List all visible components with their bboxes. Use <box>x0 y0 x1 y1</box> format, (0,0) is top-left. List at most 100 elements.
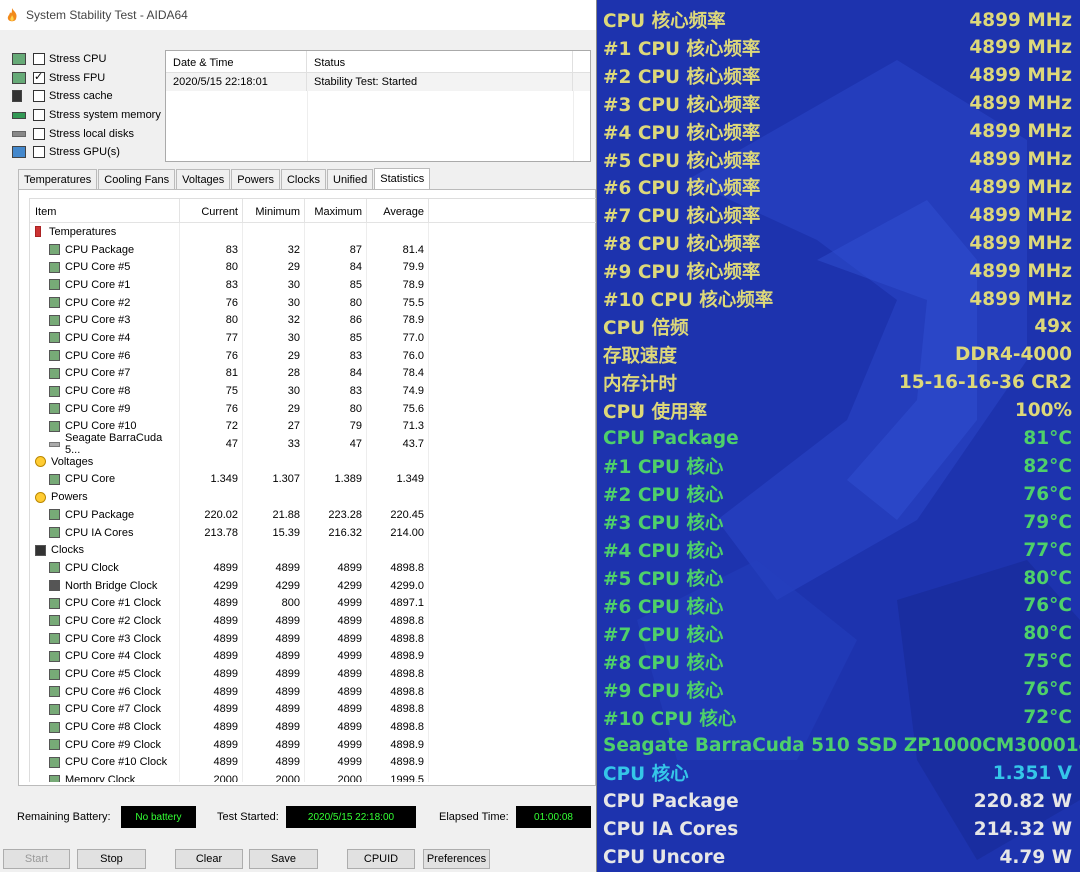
tab-voltages[interactable]: Voltages <box>176 169 231 189</box>
cell-maximum: 83 <box>305 382 367 400</box>
stress-checkbox[interactable] <box>33 70 45 84</box>
stress-option-label[interactable]: Stress FPU <box>49 72 105 84</box>
clear-button[interactable]: Clear <box>175 849 243 869</box>
table-row[interactable]: CPU IA Cores 213.78 15.39 216.32 214.00 <box>30 523 596 542</box>
column-header-minimum[interactable]: Minimum <box>243 199 305 222</box>
stress-option[interactable]: Stress CPU <box>12 50 161 69</box>
column-header-date[interactable]: Date & Time <box>166 51 307 72</box>
cpuid-button[interactable]: CPUID <box>347 849 415 869</box>
table-row[interactable]: CPU Core #2 Clock 4899 4899 4899 4898.8 <box>30 612 596 630</box>
cell-maximum: 85 <box>305 329 367 347</box>
group-row[interactable]: Powers <box>30 488 596 506</box>
cell-minimum: 4899 <box>243 559 305 577</box>
table-row[interactable]: CPU Core #4 77 30 85 77.0 <box>30 329 596 347</box>
cell-maximum <box>305 541 367 560</box>
table-row[interactable]: CPU Package 220.02 21.88 223.28 220.45 <box>30 506 596 524</box>
tab-cooling-fans[interactable]: Cooling Fans <box>98 169 176 189</box>
sensor-icon <box>49 279 60 291</box>
stress-checkbox[interactable] <box>33 53 45 66</box>
status-log-row[interactable]: 2020/5/15 22:18:01 Stability Test: Start… <box>166 73 590 91</box>
start-button[interactable]: Start <box>3 849 70 869</box>
statistics-grid[interactable]: Item Current Minimum Maximum Average Tem… <box>29 198 596 782</box>
item-label: North Bridge Clock <box>65 579 158 592</box>
table-row[interactable]: CPU Core #9 76 29 80 75.6 <box>30 399 596 418</box>
osd-label: CPU 核心频率 <box>603 11 726 32</box>
table-row[interactable]: CPU Core #8 Clock 4899 4899 4899 4898.8 <box>30 718 596 736</box>
osd-row: #3 CPU 核心 79°C <box>597 508 1080 536</box>
status-log-table[interactable]: Date & Time Status 2020/5/15 22:18:01 St… <box>165 50 591 162</box>
stress-option-label[interactable]: Stress CPU <box>49 53 106 65</box>
cell-current: 4899 <box>180 612 243 630</box>
table-row[interactable]: CPU Core #6 76 29 83 76.0 <box>30 346 596 365</box>
stress-option-label[interactable]: Stress local disks <box>49 128 134 140</box>
stress-option[interactable]: Stress FPU <box>12 69 161 88</box>
osd-label: #5 CPU 核心频率 <box>603 150 761 172</box>
table-row[interactable]: CPU Core #7 Clock 4899 4899 4899 4898.8 <box>30 700 596 719</box>
table-row[interactable]: CPU Core #8 75 30 83 74.9 <box>30 382 596 400</box>
cell-average: 74.9 <box>367 382 429 400</box>
title-bar[interactable]: System Stability Test - AIDA64 <box>0 0 596 30</box>
column-header-status[interactable]: Status <box>307 51 573 72</box>
table-row[interactable]: CPU Core #4 Clock 4899 4899 4999 4898.9 <box>30 647 596 666</box>
stress-option[interactable]: Stress GPU(s) <box>12 143 161 162</box>
table-row[interactable]: CPU Core #6 Clock 4899 4899 4899 4898.8 <box>30 682 596 701</box>
tab-unified[interactable]: Unified <box>327 169 374 189</box>
stress-option[interactable]: Stress local disks <box>12 124 161 143</box>
column-header-average[interactable]: Average <box>367 199 429 222</box>
cpu-icon <box>12 53 26 66</box>
thermometer-icon <box>35 226 41 238</box>
osd-value: 75°C <box>1023 651 1072 673</box>
table-row[interactable]: CPU Core #5 80 29 84 79.9 <box>30 258 596 277</box>
column-header-maximum[interactable]: Maximum <box>305 199 367 222</box>
tab-powers[interactable]: Powers <box>231 169 280 189</box>
stress-option-label[interactable]: Stress GPU(s) <box>49 146 120 158</box>
cell-average: 77.0 <box>367 329 429 347</box>
stress-option[interactable]: Stress cache <box>12 87 161 106</box>
cell-average: 43.7 <box>367 435 429 453</box>
cell-current: 83 <box>180 240 243 259</box>
table-row[interactable]: CPU Core #7 81 28 84 78.4 <box>30 364 596 383</box>
column-header-current[interactable]: Current <box>180 199 243 222</box>
sensor-icon <box>49 244 60 256</box>
table-row[interactable]: CPU Core #3 80 32 86 78.9 <box>30 311 596 330</box>
cell-minimum <box>243 223 305 241</box>
table-row[interactable]: CPU Core #1 Clock 4899 800 4999 4897.1 <box>30 594 596 613</box>
stress-checkbox[interactable] <box>33 109 45 122</box>
table-row[interactable]: CPU Clock 4899 4899 4899 4898.8 <box>30 559 596 577</box>
stress-checkbox[interactable] <box>33 90 45 103</box>
cell-item: CPU Core #8 Clock <box>30 718 180 736</box>
item-label: CPU Core #1 <box>65 278 131 291</box>
table-row[interactable]: CPU Core #9 Clock 4899 4899 4999 4898.9 <box>30 735 596 754</box>
stress-option-label[interactable]: Stress cache <box>49 90 113 102</box>
tab-temperatures[interactable]: Temperatures <box>18 169 98 189</box>
table-row[interactable]: CPU Core #5 Clock 4899 4899 4899 4898.8 <box>30 665 596 683</box>
group-row[interactable]: Voltages <box>30 452 596 471</box>
item-label: CPU Core #6 Clock <box>65 685 161 698</box>
stress-checkbox[interactable] <box>33 146 45 159</box>
stress-option[interactable]: Stress system memory <box>12 106 161 125</box>
cell-maximum: 4899 <box>305 612 367 630</box>
table-row[interactable]: CPU Package 83 32 87 81.4 <box>30 240 596 259</box>
osd-row: CPU Package 220.82 W <box>597 787 1080 815</box>
table-row[interactable]: CPU Core #10 Clock 4899 4899 4999 4898.9 <box>30 753 596 772</box>
table-row[interactable]: CPU Core 1.349 1.307 1.389 1.349 <box>30 470 596 489</box>
stop-button[interactable]: Stop <box>77 849 146 869</box>
table-row[interactable]: Seagate BarraCuda 5... 47 33 47 43.7 <box>30 432 596 456</box>
stress-checkbox[interactable] <box>33 127 45 140</box>
battery-label: Remaining Battery: <box>17 811 111 823</box>
preferences-button[interactable]: Preferences <box>423 849 490 869</box>
table-row[interactable]: North Bridge Clock 4299 4299 4299 4299.0 <box>30 576 596 595</box>
table-row[interactable]: CPU Core #2 76 30 80 75.5 <box>30 293 596 312</box>
group-row[interactable]: Clocks <box>30 541 596 560</box>
cell-current: 4899 <box>180 594 243 613</box>
save-button[interactable]: Save <box>249 849 318 869</box>
table-row[interactable]: CPU Core #3 Clock 4899 4899 4899 4898.8 <box>30 629 596 648</box>
column-header-item[interactable]: Item <box>30 199 180 222</box>
tab-statistics[interactable]: Statistics <box>374 168 431 189</box>
table-row[interactable]: CPU Core #1 83 30 85 78.9 <box>30 276 596 294</box>
tab-clocks[interactable]: Clocks <box>280 169 326 189</box>
cell-item: CPU Core #1 Clock <box>30 594 180 613</box>
stress-option-label[interactable]: Stress system memory <box>49 109 161 121</box>
table-row[interactable]: Memory Clock 2000 2000 2000 1999.5 <box>30 771 596 782</box>
group-row[interactable]: Temperatures <box>30 223 596 241</box>
